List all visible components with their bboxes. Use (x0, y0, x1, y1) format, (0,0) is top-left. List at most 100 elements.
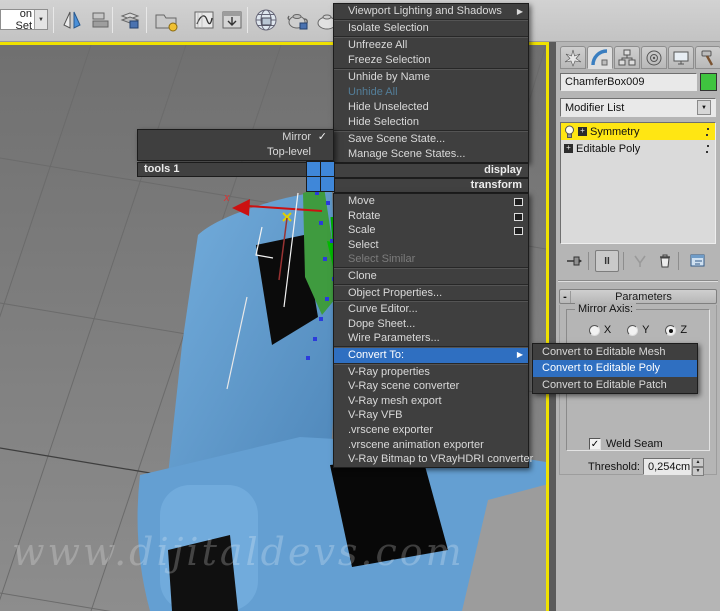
chevron-down-icon[interactable]: ▼ (697, 100, 711, 115)
tab-hierarchy[interactable] (614, 46, 640, 69)
parameters-rollout-header[interactable]: - Parameters (559, 289, 717, 304)
toolbar-separator (678, 252, 679, 270)
menu-item-freeze-selection[interactable]: Freeze Selection (334, 53, 528, 68)
tab-utilities[interactable] (695, 46, 720, 69)
convert-to-submenu: Convert to Editable Mesh Convert to Edit… (532, 343, 698, 394)
menu-item-scale[interactable]: Scale (334, 223, 528, 238)
menu-item-unhide-by-name[interactable]: Unhide by Name (334, 70, 528, 85)
menu-item-convert-editable-poly[interactable]: Convert to Editable Poly (533, 360, 697, 377)
radio-axis-x[interactable]: X (588, 324, 611, 336)
menu-item-convert-editable-patch[interactable]: Convert to Editable Patch (533, 377, 697, 393)
menu-item-rotate[interactable]: Rotate (334, 209, 528, 224)
stack-dots (706, 145, 709, 153)
menu-item-manage-scene-states[interactable]: Manage Scene States... (334, 147, 528, 162)
mirror-icon[interactable] (58, 6, 86, 34)
object-name-field[interactable]: ChamferBox009 (560, 73, 697, 91)
quad-title-tools[interactable]: tools 1 (137, 162, 334, 177)
menu-item-top-level[interactable]: Top-level (138, 145, 333, 160)
menu-item-unhide-all[interactable]: Unhide All (334, 85, 528, 100)
toolbar-separator (247, 7, 248, 33)
configure-modifier-sets-icon (690, 254, 705, 267)
render-setup-icon[interactable] (252, 6, 280, 34)
menu-item-select[interactable]: Select (334, 238, 528, 253)
pin-stack-button[interactable] (562, 250, 586, 272)
toolbar-separator (588, 252, 589, 270)
quad-display-menu: Viewport Lighting and Shadows ▶ Isolate S… (333, 3, 529, 163)
menu-item-clone[interactable]: Clone (334, 269, 528, 284)
stack-item-symmetry[interactable]: + Symmetry (561, 123, 715, 140)
expand-plus-icon[interactable]: + (564, 144, 573, 153)
menu-item-viewport-lighting[interactable]: Viewport Lighting and Shadows ▶ (334, 4, 528, 19)
toolbar-separator (146, 7, 147, 33)
menu-item-isolate-selection[interactable]: Isolate Selection (334, 21, 528, 36)
tab-create[interactable] (560, 46, 586, 69)
show-end-result-button[interactable]: II (595, 250, 619, 272)
toolbar-separator (623, 252, 624, 270)
gizmo-x-label: x (223, 192, 230, 204)
stack-item-editable-poly[interactable]: + Editable Poly (561, 140, 715, 157)
menu-item-mirror[interactable]: Mirror ✓ (138, 130, 333, 145)
quad-title-transform[interactable]: transform (334, 178, 529, 193)
create-icon (564, 49, 582, 67)
menu-item-wire-parameters[interactable]: Wire Parameters... (334, 331, 528, 346)
menu-item-unfreeze-all[interactable]: Unfreeze All (334, 38, 528, 53)
menu-item-dope-sheet[interactable]: Dope Sheet... (334, 317, 528, 332)
menu-item-select-similar: Select Similar (348, 253, 416, 266)
quad-tools-menu: Mirror ✓ Top-level (137, 129, 334, 161)
show-end-result-icon: II (604, 255, 610, 267)
object-color-swatch[interactable] (700, 73, 717, 91)
make-unique-button (628, 250, 652, 272)
viewport-panel-gap (549, 42, 556, 611)
tab-motion[interactable] (641, 46, 667, 69)
modifier-stack: + Symmetry + Editable Poly (560, 122, 716, 244)
menu-item-convert-to[interactable]: Convert To: ▶ (334, 347, 528, 363)
menu-item-hide-selection[interactable]: Hide Selection (334, 115, 528, 130)
manage-layers-icon[interactable] (116, 6, 144, 34)
threshold-spinner[interactable]: ▲ ▼ (692, 458, 704, 476)
radio-axis-z[interactable]: Z (665, 324, 687, 336)
menu-item-convert-editable-mesh[interactable]: Convert to Editable Mesh (533, 344, 697, 360)
spinner-up-icon[interactable]: ▲ (692, 458, 704, 467)
submenu-arrow-icon: ▶ (516, 349, 523, 359)
panel-divider (558, 280, 718, 282)
quad-title-display[interactable]: display (334, 163, 529, 178)
tab-display[interactable] (668, 46, 694, 69)
settings-box-icon[interactable] (514, 198, 523, 206)
schematic-view-icon[interactable] (218, 6, 246, 34)
collapse-icon[interactable]: - (560, 290, 571, 303)
menu-item-hide-unselected[interactable]: Hide Unselected (334, 100, 528, 115)
asset-tracking-icon[interactable] (152, 6, 180, 34)
menu-item-vrscene-exporter[interactable]: .vrscene exporter (334, 423, 528, 438)
make-unique-icon (634, 255, 646, 267)
menu-item-vray-properties[interactable]: V-Ray properties (334, 365, 528, 380)
menu-item-vray-mesh-export[interactable]: V-Ray mesh export (334, 394, 528, 409)
remove-modifier-button[interactable] (653, 250, 677, 272)
menu-item-vrscene-animation-exporter[interactable]: .vrscene animation exporter (334, 438, 528, 453)
modifier-list-dropdown[interactable]: Modifier List ▼ (560, 98, 716, 117)
menu-item-vray-vfb[interactable]: V-Ray VFB (334, 408, 528, 423)
lightbulb-icon[interactable] (564, 125, 575, 139)
named-selection-set-value: on Set (15, 7, 32, 32)
weld-seam-checkbox[interactable]: ✓ (589, 438, 601, 450)
menu-item-vray-scene-converter[interactable]: V-Ray scene converter (334, 379, 528, 394)
curve-editor-icon[interactable] (190, 6, 218, 34)
material-editor-icon[interactable] (284, 6, 312, 34)
radio-axis-y[interactable]: Y (627, 324, 649, 336)
menu-item-object-properties[interactable]: Object Properties... (334, 286, 528, 301)
tab-modify[interactable] (587, 46, 613, 69)
settings-box-icon[interactable] (514, 227, 523, 236)
chevron-down-icon[interactable]: ▼ (34, 10, 47, 29)
menu-item-curve-editor[interactable]: Curve Editor... (334, 302, 528, 317)
menu-item-save-scene-state[interactable]: Save Scene State... (334, 132, 528, 147)
menu-item-vray-bitmap-converter[interactable]: V-Ray Bitmap to VRayHDRI converter (334, 452, 533, 467)
spinner-down-icon[interactable]: ▼ (692, 467, 704, 476)
quad-menu-center[interactable] (306, 161, 335, 192)
expand-plus-icon[interactable]: + (578, 127, 587, 136)
align-icon[interactable] (86, 6, 114, 34)
settings-box-icon[interactable] (514, 212, 523, 221)
weld-seam-row[interactable]: ✓ Weld Seam (589, 438, 663, 450)
configure-modifier-sets-button[interactable] (686, 250, 710, 272)
menu-item-move[interactable]: Move (334, 194, 528, 209)
threshold-input[interactable]: 0,254cm (643, 458, 691, 475)
named-selection-set-dropdown[interactable]: on Set ▼ (0, 7, 48, 32)
